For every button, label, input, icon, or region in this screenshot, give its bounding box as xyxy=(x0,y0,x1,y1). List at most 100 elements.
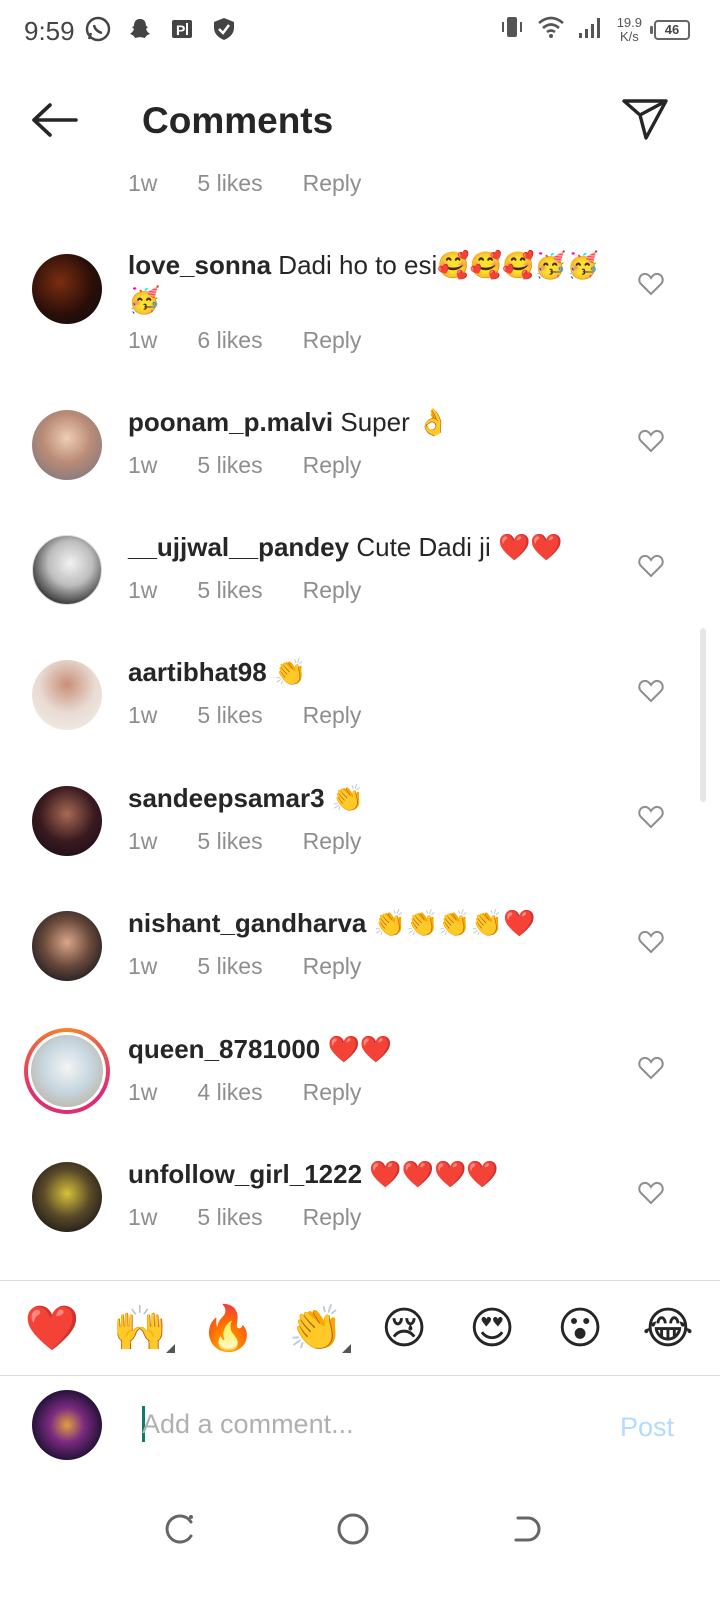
emoji-surprised-button[interactable]: 😮 xyxy=(549,1297,611,1359)
heart-outline-icon xyxy=(638,930,664,954)
scrollbar[interactable] xyxy=(700,628,706,802)
like-comment-button[interactable] xyxy=(636,1179,666,1207)
comment-time: 1w xyxy=(128,1079,158,1105)
comment-username[interactable]: poonam_p.malvi xyxy=(128,407,333,437)
post-button[interactable]: Post xyxy=(620,1412,674,1443)
home-button[interactable] xyxy=(328,1504,378,1554)
battery-icon: 46 xyxy=(650,19,690,40)
share-button[interactable] xyxy=(620,94,670,144)
comment-username[interactable]: __ujjwal__pandey xyxy=(128,532,349,562)
comment-likes[interactable]: 5 likes xyxy=(197,577,262,604)
comment-meta: 1w 5 likes Reply xyxy=(128,1204,361,1231)
back-arrow-icon xyxy=(32,103,78,137)
emoji-crying-button[interactable]: 😢 xyxy=(373,1297,435,1359)
comment-text: aartibhat98 👏 xyxy=(128,655,618,690)
reply-button[interactable]: Reply xyxy=(303,577,362,604)
skin-tone-indicator-icon xyxy=(342,1344,351,1353)
avatar[interactable] xyxy=(24,1028,110,1114)
reply-button[interactable]: Reply xyxy=(303,828,362,855)
comment-meta-partial: 1w 5 likes Reply xyxy=(128,170,361,197)
reply-button[interactable]: Reply xyxy=(303,1079,362,1106)
comment-body: Cute Dadi ji xyxy=(349,532,498,562)
current-user-avatar[interactable] xyxy=(32,1390,102,1460)
like-comment-button[interactable] xyxy=(636,270,666,298)
comment-text: __ujjwal__pandey Cute Dadi ji ❤️❤️ xyxy=(128,530,618,565)
reply-button[interactable]: Reply xyxy=(303,1204,362,1231)
comment-username[interactable]: nishant_gandharva xyxy=(128,908,366,938)
comment-username[interactable]: aartibhat98 xyxy=(128,657,267,687)
status-time: 9:59 xyxy=(24,16,75,46)
reply-button[interactable]: Reply xyxy=(303,953,362,980)
emoji-heart-button[interactable]: ❤️ xyxy=(21,1297,83,1359)
comment-emoji: ❤️❤️ xyxy=(327,1035,393,1065)
net-speed: 19.9 K/s xyxy=(617,15,642,44)
reply-button[interactable]: Reply xyxy=(303,702,362,729)
comment-time: 1w xyxy=(128,828,158,854)
comment-emoji: 👏 xyxy=(273,658,307,688)
vibrate-icon xyxy=(499,14,525,45)
heart-outline-icon xyxy=(638,429,664,453)
comment-emoji: ❤️❤️❤️❤️ xyxy=(369,1160,499,1190)
comment-username[interactable]: love_sonna xyxy=(128,250,271,280)
like-comment-button[interactable] xyxy=(636,552,666,580)
comment-text: poonam_p.malvi Super 👌 xyxy=(128,405,618,440)
comment-time: 1w xyxy=(128,953,158,979)
comment-time: 1w xyxy=(128,702,158,728)
comment-likes[interactable]: 5 likes xyxy=(197,170,262,197)
whatsapp-icon xyxy=(84,15,112,43)
emoji-raised-hands-button[interactable]: 🙌 xyxy=(109,1297,175,1359)
emoji-clap-button[interactable]: 👏 xyxy=(285,1297,351,1359)
avatar[interactable] xyxy=(32,410,102,480)
like-comment-button[interactable] xyxy=(636,1054,666,1082)
comment-text: nishant_gandharva 👏👏👏👏❤️ xyxy=(128,906,618,941)
home-circle-icon xyxy=(337,1513,369,1545)
comment-likes[interactable]: 5 likes xyxy=(197,702,262,729)
avatar[interactable] xyxy=(32,1162,102,1232)
avatar[interactable] xyxy=(32,786,102,856)
header: Comments xyxy=(0,80,720,160)
back-button[interactable] xyxy=(28,98,80,142)
comment-username[interactable]: unfollow_girl_1222 xyxy=(128,1159,362,1189)
like-comment-button[interactable] xyxy=(636,928,666,956)
comment-username[interactable]: sandeepsamar3 xyxy=(128,783,325,813)
avatar[interactable] xyxy=(32,535,102,605)
emoji-heart-eyes-button[interactable]: 😍 xyxy=(461,1297,523,1359)
avatar[interactable] xyxy=(32,254,102,324)
emoji-clap: 👏 xyxy=(288,1303,344,1354)
comment-likes[interactable]: 4 likes xyxy=(197,1079,262,1106)
avatar[interactable] xyxy=(32,660,102,730)
recent-apps-icon xyxy=(165,1514,193,1544)
comment-body xyxy=(366,908,373,938)
comment-time: 1w xyxy=(128,1204,158,1230)
avatar[interactable] xyxy=(32,911,102,981)
recent-apps-button[interactable] xyxy=(155,1504,205,1554)
like-comment-button[interactable] xyxy=(636,677,666,705)
emoji-laughing-button[interactable]: 😂 xyxy=(637,1297,699,1359)
comment-emoji: ❤️❤️ xyxy=(497,533,563,563)
comment-input[interactable] xyxy=(142,1402,562,1446)
shield-icon xyxy=(210,15,238,43)
comment-likes[interactable]: 6 likes xyxy=(197,327,262,354)
comment-time: 1w xyxy=(128,577,158,603)
comment-username[interactable]: queen_8781000 xyxy=(128,1034,320,1064)
send-icon xyxy=(622,99,668,140)
comment-meta: 1w 5 likes Reply xyxy=(128,452,361,479)
comment-likes[interactable]: 5 likes xyxy=(197,1204,262,1231)
status-left-icons: P xyxy=(84,15,238,43)
back-nav-button[interactable] xyxy=(500,1504,550,1554)
comment-text: queen_8781000 ❤️❤️ xyxy=(128,1032,618,1067)
emoji-fire-button[interactable]: 🔥 xyxy=(197,1297,259,1359)
comment-likes[interactable]: 5 likes xyxy=(197,828,262,855)
comment-likes[interactable]: 5 likes xyxy=(197,953,262,980)
like-comment-button[interactable] xyxy=(636,427,666,455)
status-right-icons: 19.9 K/s 46 xyxy=(499,14,690,45)
reply-button[interactable]: Reply xyxy=(303,170,362,197)
reply-button[interactable]: Reply xyxy=(303,327,362,354)
comment-text: love_sonna Dadi ho to esi🥰🥰🥰🥳🥳🥳 xyxy=(128,248,618,318)
net-speed-unit: K/s xyxy=(619,28,639,44)
comment-meta: 1w 5 likes Reply xyxy=(128,828,361,855)
comment-likes[interactable]: 5 likes xyxy=(197,452,262,479)
reply-button[interactable]: Reply xyxy=(303,452,362,479)
comment-time: 1w xyxy=(128,170,158,196)
like-comment-button[interactable] xyxy=(636,803,666,831)
